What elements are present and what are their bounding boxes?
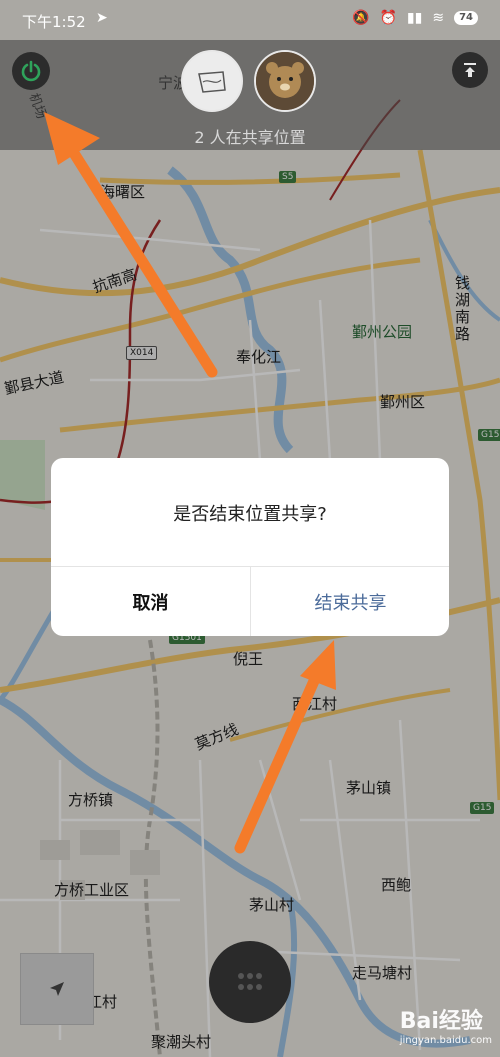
annotation-arrow-top (44, 112, 218, 378)
watermark-brand: Bai经验 (399, 1009, 483, 1034)
annotation-arrows (44, 112, 336, 854)
baidu-jingyan-watermark: Bai经验 jingyan.baidu.com (400, 1003, 492, 1046)
watermark-url: jingyan.baidu.com (399, 1035, 492, 1046)
annotation-arrow-bottom (234, 640, 336, 854)
